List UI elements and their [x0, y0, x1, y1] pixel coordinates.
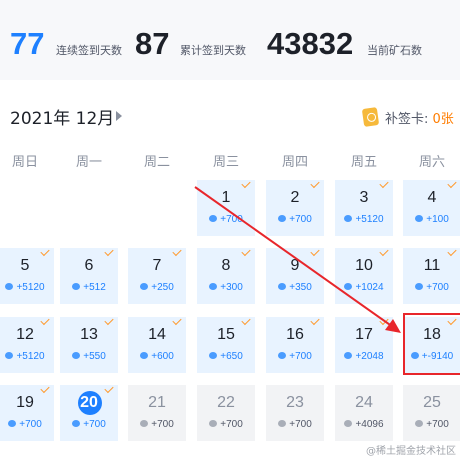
watermark: @稀土掘金技术社区 [366, 446, 456, 457]
annotation-arrow [194, 186, 401, 333]
